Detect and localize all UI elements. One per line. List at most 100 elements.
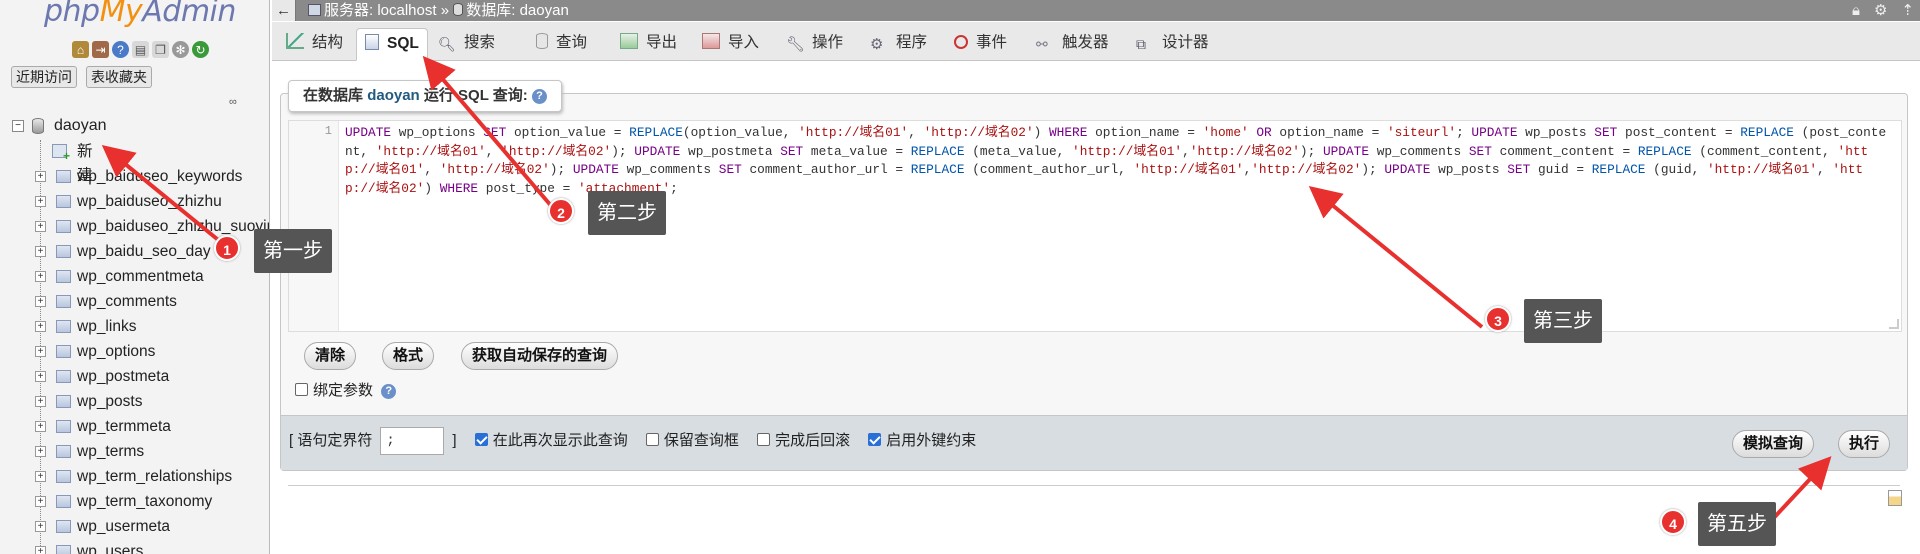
delimiter-input[interactable]: ; bbox=[380, 427, 445, 456]
reload-icon[interactable]: ↻ bbox=[192, 41, 209, 58]
table-name[interactable]: wp_options bbox=[77, 339, 155, 364]
table-item[interactable]: + wp_baiduseo_keywords bbox=[0, 164, 269, 189]
tab-triggers[interactable]: ⚯ 触发器 bbox=[1036, 28, 1109, 61]
settings-gear-icon[interactable]: ✻ bbox=[172, 41, 189, 58]
expand-icon[interactable]: + bbox=[35, 196, 46, 207]
keep-box-checkbox[interactable] bbox=[645, 433, 659, 446]
show-again-checkbox[interactable] bbox=[474, 433, 488, 446]
expand-icon[interactable]: + bbox=[35, 521, 46, 532]
table-item[interactable]: + wp_comments bbox=[0, 289, 269, 314]
collapse-icon[interactable]: − bbox=[12, 120, 24, 132]
table-icon bbox=[56, 245, 71, 258]
table-name[interactable]: wp_comments bbox=[77, 289, 177, 314]
settings-gear-icon[interactable]: ⚙︎ bbox=[1874, 0, 1887, 21]
tab-events[interactable]: 事件 bbox=[954, 28, 1007, 61]
expand-icon[interactable]: + bbox=[35, 396, 46, 407]
table-name[interactable]: wp_links bbox=[77, 314, 136, 339]
expand-icon[interactable]: + bbox=[35, 496, 46, 507]
recent-button[interactable]: 近期访问 bbox=[11, 66, 77, 88]
expand-icon[interactable]: + bbox=[35, 171, 46, 182]
help-icon[interactable]: ? bbox=[381, 384, 397, 399]
table-item[interactable]: + wp_term_relationships bbox=[0, 464, 269, 489]
lock-icon[interactable]: 🔒︎ bbox=[1852, 0, 1860, 21]
back-arrow-icon[interactable]: ← bbox=[272, 0, 296, 21]
help-icon[interactable]: ? bbox=[531, 89, 547, 104]
expand-icon[interactable]: + bbox=[35, 271, 46, 282]
rollback-option[interactable]: 完成后回滚 bbox=[757, 432, 850, 449]
link-with-main-icon[interactable]: ∞ bbox=[229, 96, 237, 108]
table-item[interactable]: + wp_options bbox=[0, 339, 269, 364]
table-item[interactable]: + wp_baiduseo_zhizhu bbox=[0, 189, 269, 214]
table-item[interactable]: + wp_users bbox=[0, 539, 269, 554]
tab-routines[interactable]: ⚙︎ 程序 bbox=[870, 28, 927, 61]
table-name[interactable]: wp_termmeta bbox=[77, 414, 171, 439]
table-name[interactable]: wp_baiduseo_keywords bbox=[77, 164, 242, 189]
table-item[interactable]: + wp_usermeta bbox=[0, 514, 269, 539]
expand-icon[interactable]: + bbox=[35, 371, 46, 382]
table-item[interactable]: + wp_postmeta bbox=[0, 364, 269, 389]
tab-structure[interactable]: 结构 bbox=[286, 28, 343, 61]
tab-import[interactable]: 导入 bbox=[702, 28, 759, 61]
execute-button[interactable]: 执行 bbox=[1838, 430, 1891, 458]
table-name[interactable]: wp_commentmeta bbox=[77, 264, 204, 289]
rollback-checkbox[interactable] bbox=[757, 433, 771, 446]
expand-icon[interactable]: + bbox=[35, 296, 46, 307]
simulate-query-button[interactable]: 模拟查询 bbox=[1732, 430, 1815, 458]
database-name[interactable]: daoyan bbox=[54, 115, 107, 137]
table-item[interactable]: + wp_term_taxonomy bbox=[0, 489, 269, 514]
format-button[interactable]: 格式 bbox=[382, 342, 435, 370]
table-name[interactable]: wp_usermeta bbox=[77, 514, 170, 539]
show-again-option[interactable]: 在此再次显示此查询 bbox=[474, 432, 628, 449]
bind-parameters-checkbox[interactable] bbox=[295, 383, 308, 396]
breadcrumb-database[interactable]: 数据库: daoyan bbox=[466, 2, 569, 19]
resize-grip-icon[interactable] bbox=[1889, 319, 1899, 329]
sql-code[interactable]: UPDATE wp_options SET option_value = REP… bbox=[345, 124, 1893, 198]
sql-editor[interactable]: 1 UPDATE wp_options SET option_value = R… bbox=[288, 120, 1902, 332]
phpmyadmin-logo[interactable]: phpMyAdmin bbox=[44, 0, 236, 29]
expand-icon[interactable]: + bbox=[35, 546, 46, 554]
home-icon[interactable]: ⌂ bbox=[72, 41, 89, 58]
expand-icon[interactable]: + bbox=[35, 471, 46, 482]
expand-icon[interactable]: + bbox=[35, 446, 46, 457]
expand-icon[interactable]: + bbox=[35, 346, 46, 357]
autosave-query-button[interactable]: 获取自动保存的查询 bbox=[461, 342, 619, 370]
table-name[interactable]: wp_baidu_seo_day bbox=[77, 239, 211, 264]
table-name[interactable]: wp_term_relationships bbox=[77, 464, 232, 489]
help-icon[interactable]: ? bbox=[112, 41, 129, 58]
table-item[interactable]: + wp_termmeta bbox=[0, 414, 269, 439]
tab-operations[interactable]: 🔧︎ 操作 bbox=[786, 28, 843, 61]
clear-button[interactable]: 清除 bbox=[304, 342, 357, 370]
tab-query[interactable]: 查询 bbox=[536, 28, 587, 61]
expand-icon[interactable]: + bbox=[35, 246, 46, 257]
notepad-icon[interactable] bbox=[1888, 490, 1902, 506]
expand-icon[interactable]: + bbox=[35, 221, 46, 232]
table-name[interactable]: wp_baiduseo_zhizhu bbox=[77, 189, 222, 214]
table-name[interactable]: wp_postmeta bbox=[77, 364, 169, 389]
foreign-keys-option[interactable]: 启用外键约束 bbox=[868, 432, 976, 449]
table-name[interactable]: wp_baiduseo_zhizhu_suoyin bbox=[77, 214, 269, 239]
table-name[interactable]: wp_users bbox=[77, 539, 143, 554]
tab-designer[interactable]: ⧉ 设计器 bbox=[1136, 28, 1209, 61]
breadcrumb-bar: ← 服务器: localhost » 数据库: daoyan 🔒︎ ⚙︎ ⇡ bbox=[272, 0, 1920, 21]
favorites-button[interactable]: 表收藏夹 bbox=[86, 66, 152, 88]
table-name[interactable]: wp_term_taxonomy bbox=[77, 489, 212, 514]
table-item[interactable]: + wp_commentmeta bbox=[0, 264, 269, 289]
table-item[interactable]: + wp_links bbox=[0, 314, 269, 339]
table-name[interactable]: wp_terms bbox=[77, 439, 144, 464]
breadcrumb-server[interactable]: 服务器: localhost bbox=[324, 2, 437, 19]
copy-icon[interactable]: ❐ bbox=[152, 41, 169, 58]
docs-icon[interactable]: ▤ bbox=[132, 41, 149, 58]
logout-icon[interactable]: ⇥ bbox=[92, 41, 109, 58]
table-item[interactable]: + wp_posts bbox=[0, 389, 269, 414]
tab-export[interactable]: 导出 bbox=[620, 28, 677, 61]
keep-box-option[interactable]: 保留查询框 bbox=[645, 432, 739, 449]
tab-sql[interactable]: SQL bbox=[356, 28, 428, 61]
table-name[interactable]: wp_posts bbox=[77, 389, 142, 414]
tab-search[interactable]: 🔍︎ 搜索 bbox=[438, 28, 495, 61]
collapse-arrow-icon[interactable]: ⇡ bbox=[1901, 0, 1914, 21]
expand-icon[interactable]: + bbox=[35, 321, 46, 332]
bind-parameters-row[interactable]: 绑定参数 ? bbox=[295, 381, 397, 401]
expand-icon[interactable]: + bbox=[35, 421, 46, 432]
foreign-keys-checkbox[interactable] bbox=[868, 433, 882, 446]
table-item[interactable]: + wp_terms bbox=[0, 439, 269, 464]
